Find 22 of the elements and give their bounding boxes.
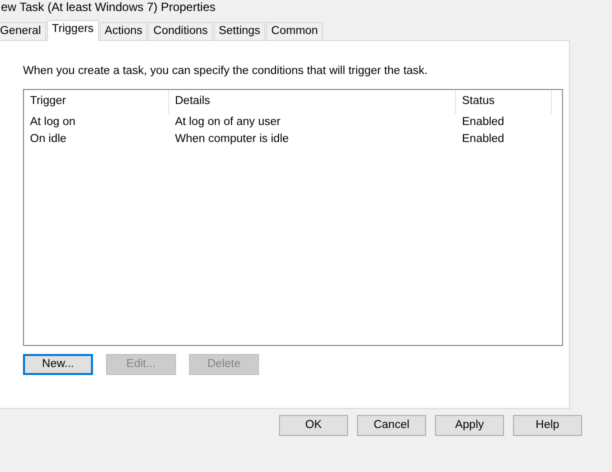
dialog-button[interactable]: Help [513,415,582,436]
list-button[interactable]: New... [23,354,93,375]
tab[interactable]: Triggers [46,20,99,41]
table-cell-text: At log on [29,114,76,130]
column-header[interactable]: Status [456,90,552,114]
column-header[interactable]: Trigger [24,90,169,114]
tab[interactable]: Common [266,22,323,40]
table-cell-text: Enabled [461,114,506,130]
dialog-button[interactable]: Apply [435,415,504,436]
description-text: When you create a task, you can specify the conditions that will trigger the task. [23,64,429,79]
column-header[interactable]: Details [169,90,456,114]
tab[interactable]: Conditions [148,22,213,40]
dialog-button[interactable]: OK [279,415,348,436]
window-title: ew Task (At least Windows 7) Properties [0,0,217,14]
tab[interactable]: Settings [214,22,266,40]
table-cell-text: Enabled [461,132,506,147]
table-cell-text: At log on of any user [174,114,282,130]
dialog-button[interactable]: Cancel [357,415,426,436]
table-cell-text: On idle [29,132,68,147]
tab[interactable]: Actions [100,22,148,40]
tab[interactable]: General [0,22,46,40]
table-cell-text: When computer is idle [174,132,290,147]
